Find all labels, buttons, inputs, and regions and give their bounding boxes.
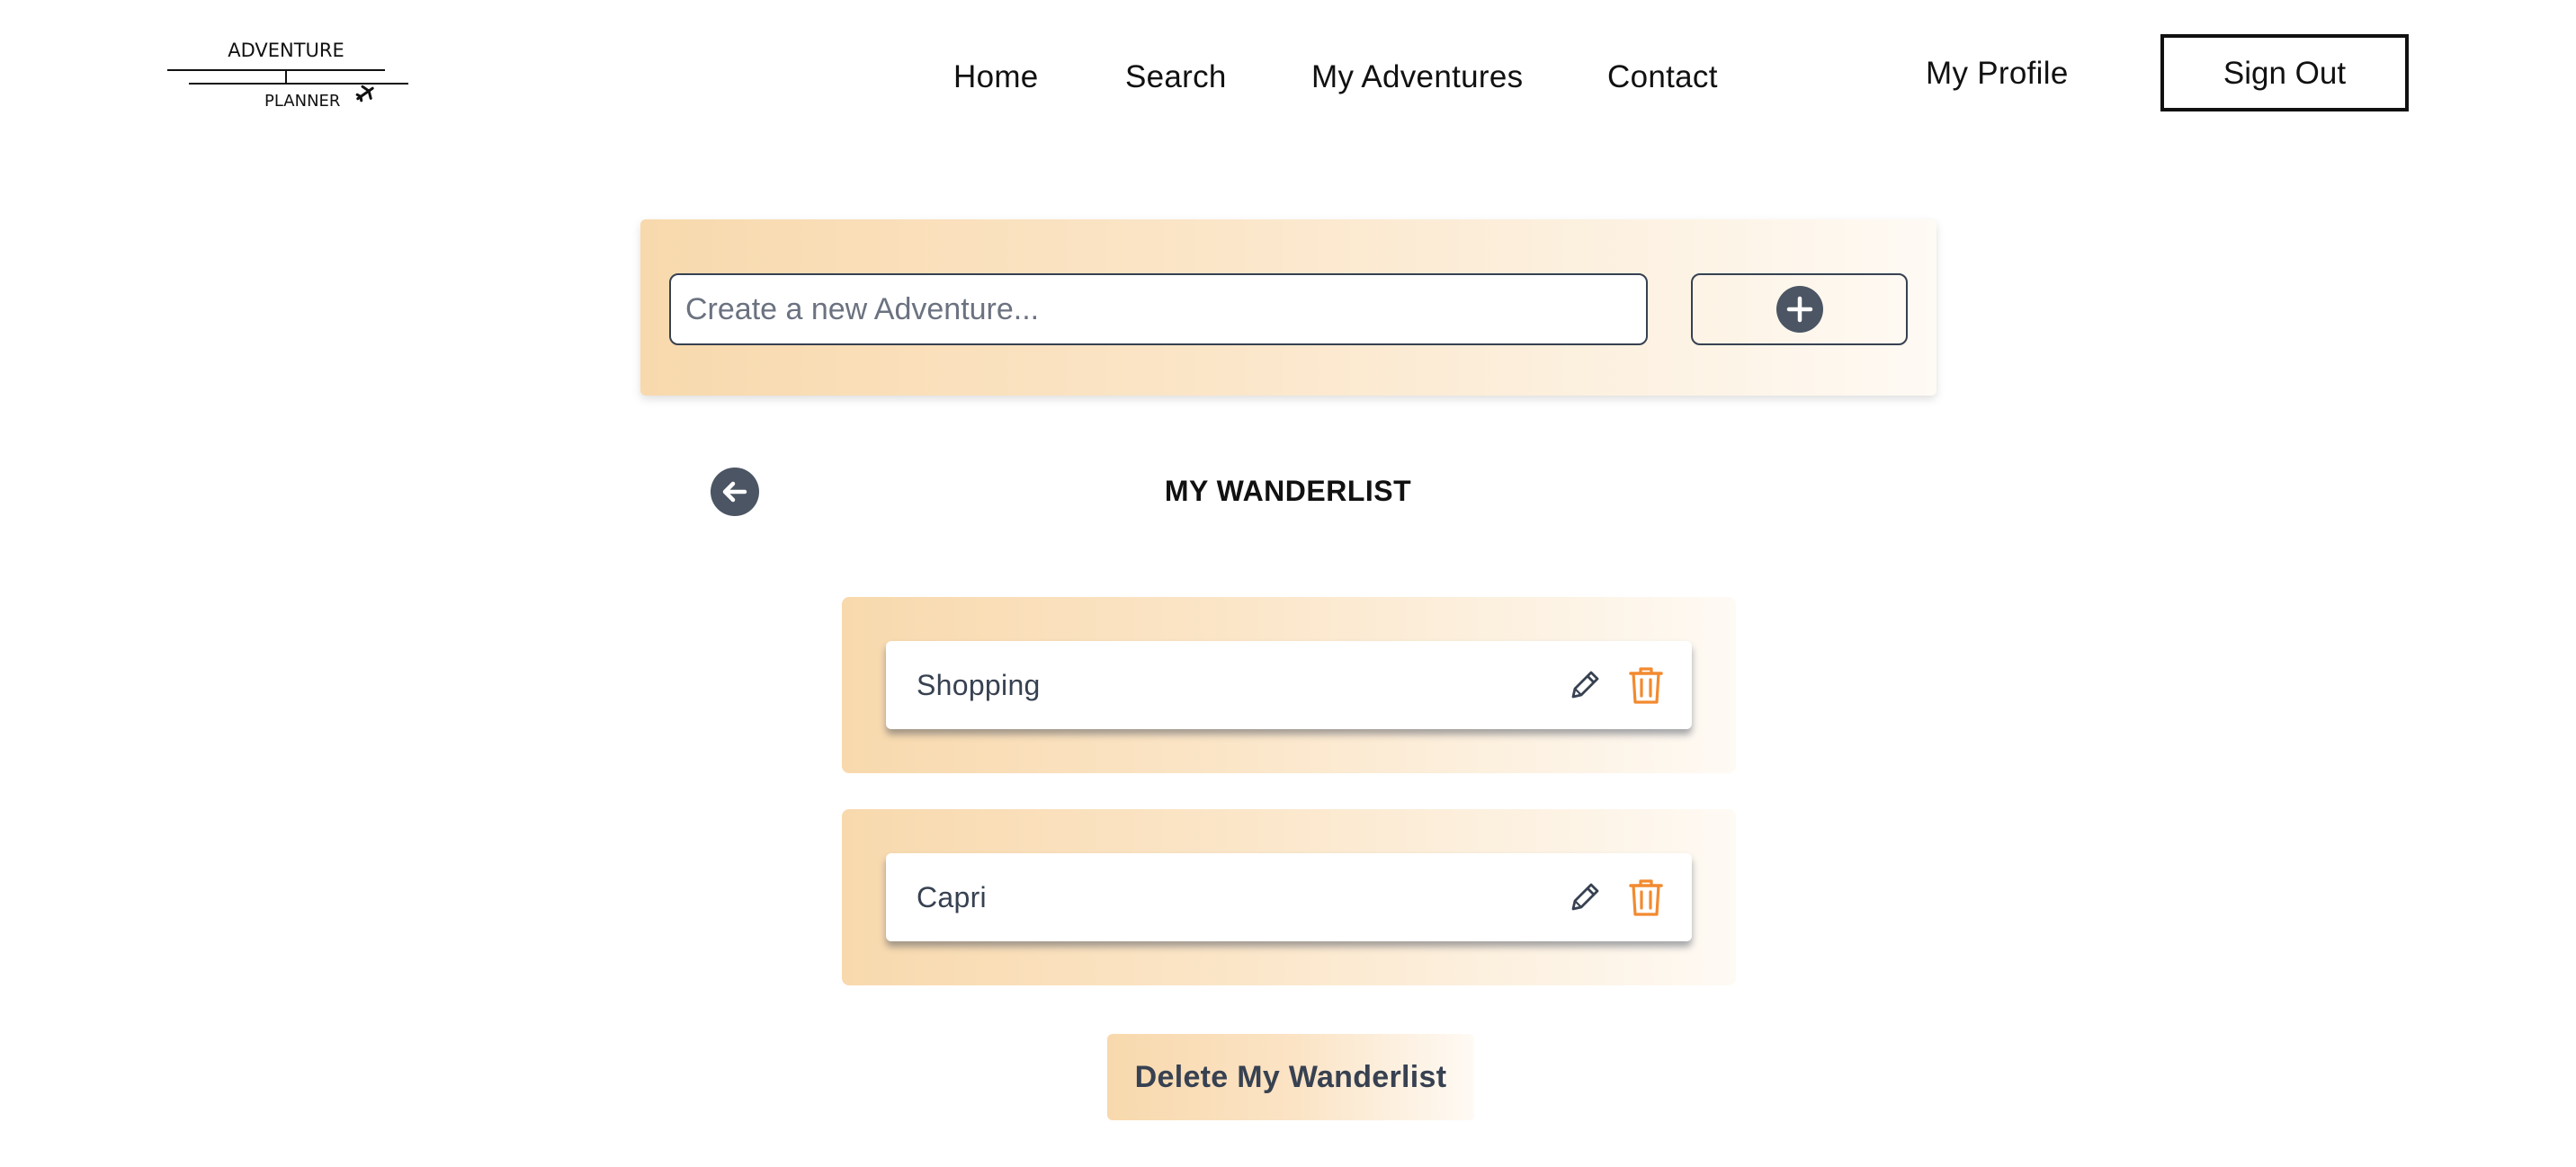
- nav-contact[interactable]: Contact: [1607, 56, 1718, 99]
- edit-pencil-icon[interactable]: [1566, 666, 1604, 704]
- list-item-name: Shopping: [917, 669, 1041, 701]
- nav-my-profile[interactable]: My Profile: [1926, 52, 2069, 95]
- list-item[interactable]: Capri: [886, 853, 1692, 941]
- create-adventure-input[interactable]: [669, 273, 1648, 345]
- trash-icon[interactable]: [1625, 877, 1667, 918]
- nav-my-adventures[interactable]: My Adventures: [1311, 56, 1523, 99]
- delete-wanderlist-button[interactable]: Delete My Wanderlist: [1107, 1034, 1474, 1120]
- create-adventure-panel: [640, 219, 1936, 396]
- wanderlist-item-card: Shopping: [842, 597, 1736, 773]
- nav-search[interactable]: Search: [1125, 56, 1227, 99]
- wanderlist-item-card: Capri: [842, 809, 1736, 985]
- list-item[interactable]: Shopping: [886, 641, 1692, 729]
- edit-pencil-icon[interactable]: [1566, 878, 1604, 916]
- list-item-name: Capri: [917, 881, 987, 913]
- sign-out-button[interactable]: Sign Out: [2160, 34, 2409, 111]
- nav-home[interactable]: Home: [953, 56, 1039, 99]
- page-title: MY WANDERLIST: [1164, 475, 1412, 507]
- trash-icon[interactable]: [1625, 664, 1667, 706]
- add-adventure-button[interactable]: [1691, 273, 1908, 345]
- plus-circle-icon: [1775, 286, 1823, 333]
